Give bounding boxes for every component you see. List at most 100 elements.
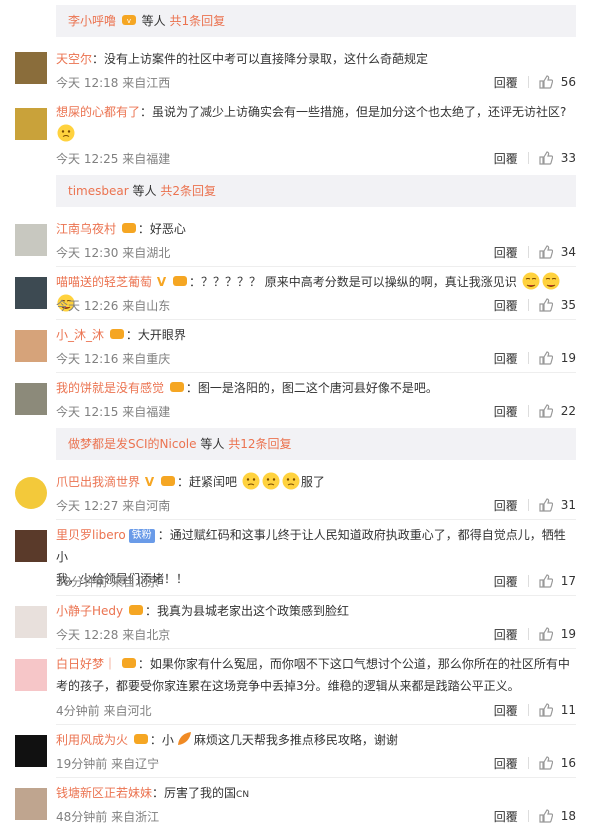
comment-meta: 今天 12:30 来自湖北 bbox=[56, 246, 171, 260]
comment-meta: 今天 12:25 来自福建 bbox=[56, 152, 171, 166]
like-count: 16 bbox=[560, 756, 576, 770]
avatar[interactable] bbox=[15, 108, 47, 140]
comment-user[interactable]: 钱塘新区正若妹妹 bbox=[56, 786, 152, 800]
avatar[interactable] bbox=[15, 224, 47, 256]
avatar[interactable] bbox=[15, 52, 47, 84]
reply-button[interactable]: 回覆 bbox=[494, 808, 518, 825]
reply-summary-bar[interactable]: 做梦都是发SCI的Nicole 等人 共12条回复 bbox=[56, 428, 576, 460]
comment-user[interactable]: 江南乌夜村 bbox=[56, 222, 116, 236]
avatar[interactable] bbox=[15, 477, 47, 509]
comment-user[interactable]: 天空尔 bbox=[56, 52, 92, 66]
comment-meta: 今天 12:27 来自河南 bbox=[56, 499, 171, 513]
vip-badge-icon bbox=[160, 476, 175, 486]
leaf-emoji-icon bbox=[177, 732, 191, 745]
reply-button[interactable]: 回覆 bbox=[494, 497, 518, 514]
avatar[interactable] bbox=[15, 277, 47, 309]
avatar[interactable] bbox=[15, 659, 47, 691]
comment-user[interactable]: 里贝罗libero bbox=[56, 528, 126, 542]
reply-button[interactable]: 回覆 bbox=[494, 403, 518, 420]
reply-user[interactable]: timesbear bbox=[68, 184, 129, 198]
confused-emoji-icon bbox=[57, 124, 75, 142]
reply-button[interactable]: 回覆 bbox=[494, 244, 518, 261]
comment-actions: 回覆 33 bbox=[494, 150, 576, 166]
vip-badge-icon bbox=[121, 223, 136, 233]
like-icon[interactable] bbox=[539, 351, 553, 365]
like-icon[interactable] bbox=[539, 756, 553, 770]
like-icon[interactable] bbox=[539, 498, 553, 512]
like-count: 34 bbox=[560, 245, 576, 259]
comment-text: 小_沐_沐 ：大开眼界 bbox=[56, 328, 186, 342]
comment-text: 小静子Hedy ：我真为县城老家出这个政策感到脸红 bbox=[56, 604, 349, 618]
comment-meta: 19分钟前 来自辽宁 bbox=[56, 757, 160, 771]
reply-button[interactable]: 回覆 bbox=[494, 150, 518, 167]
vip-badge-icon bbox=[109, 329, 124, 339]
comment-user[interactable]: 想屎的心都有了 bbox=[56, 105, 140, 119]
like-icon[interactable] bbox=[539, 703, 553, 717]
like-count: 19 bbox=[560, 627, 576, 641]
reply-button[interactable]: 回覆 bbox=[494, 755, 518, 772]
crying-emoji-icon bbox=[522, 272, 540, 290]
comment-text: 想屎的心都有了：虽说为了减少上访确实会有一些措施，但是加分这个也太绝了，还评无访… bbox=[56, 101, 572, 145]
like-icon[interactable] bbox=[539, 298, 553, 312]
vip-badge-icon bbox=[121, 658, 136, 668]
like-icon[interactable] bbox=[539, 151, 553, 165]
reply-button[interactable]: 回覆 bbox=[494, 74, 518, 91]
vip-badge-icon bbox=[172, 276, 187, 286]
reply-button[interactable]: 回覆 bbox=[494, 702, 518, 719]
sad-emoji-icon bbox=[242, 472, 260, 490]
like-count: 33 bbox=[560, 151, 576, 165]
like-count: 17 bbox=[560, 574, 576, 588]
comment-text: 爪巴出我滴世界 V ：赶紧闰吧 服了 bbox=[56, 471, 572, 493]
comment-meta: 38分钟前 来自北京 bbox=[56, 575, 160, 589]
reply-summary-bar[interactable]: 李小呼噜 v 等人 共1条回复 bbox=[56, 5, 576, 37]
comment-actions: 回覆 31 bbox=[494, 497, 576, 513]
avatar[interactable] bbox=[15, 330, 47, 362]
reply-button[interactable]: 回覆 bbox=[494, 297, 518, 314]
divider bbox=[56, 648, 576, 649]
reply-button[interactable]: 回覆 bbox=[494, 573, 518, 590]
comment-user[interactable]: 利用风成为火 bbox=[56, 733, 128, 747]
like-icon[interactable] bbox=[539, 404, 553, 418]
comment-user[interactable]: 小静子Hedy bbox=[56, 604, 123, 618]
like-icon[interactable] bbox=[539, 574, 553, 588]
comment-text: 天空尔：没有上访案件的社区中考可以直接降分录取，这什么奇葩规定 bbox=[56, 52, 429, 66]
comment-user[interactable]: 白日好梦｜ bbox=[56, 657, 116, 671]
vip-badge-icon bbox=[169, 382, 184, 392]
avatar[interactable] bbox=[15, 606, 47, 638]
avatar[interactable] bbox=[15, 788, 47, 820]
comment-meta: 今天 12:28 来自北京 bbox=[56, 628, 171, 642]
reply-button[interactable]: 回覆 bbox=[494, 626, 518, 643]
reply-count-link[interactable]: 共1条回复 bbox=[170, 14, 226, 28]
comment-actions: 回覆 16 bbox=[494, 755, 576, 771]
comment-text: 钱塘新区正若妹妹：厉害了我的国CN bbox=[56, 786, 250, 800]
avatar[interactable] bbox=[15, 383, 47, 415]
reply-user[interactable]: 做梦都是发SCI的Nicole bbox=[68, 437, 197, 451]
like-count: 56 bbox=[560, 75, 576, 89]
like-icon[interactable] bbox=[539, 809, 553, 823]
divider bbox=[56, 519, 576, 520]
reply-summary-bar[interactable]: timesbear 等人 共2条回复 bbox=[56, 175, 576, 207]
comment-text: 白日好梦｜ ：如果你家有什么冤屈，而你咽不下这口气想讨个公道，那么你所在的社区所… bbox=[56, 657, 570, 693]
reply-button[interactable]: 回覆 bbox=[494, 350, 518, 367]
comment-user[interactable]: 我的饼就是没有感觉 bbox=[56, 381, 164, 395]
divider bbox=[56, 777, 576, 778]
reply-count-link[interactable]: 共2条回复 bbox=[160, 184, 216, 198]
avatar[interactable] bbox=[15, 530, 47, 562]
comment-text: 江南乌夜村 ：好恶心 bbox=[56, 222, 186, 236]
like-icon[interactable] bbox=[539, 245, 553, 259]
comment-meta: 4分钟前 来自河北 bbox=[56, 704, 152, 718]
reply-count-link[interactable]: 共12条回复 bbox=[228, 437, 291, 451]
comment-meta: 今天 12:26 来自山东 bbox=[56, 299, 171, 313]
comment-user[interactable]: 爪巴出我滴世界 bbox=[56, 475, 140, 489]
like-icon[interactable] bbox=[539, 75, 553, 89]
avatar[interactable] bbox=[15, 735, 47, 767]
fans-badge: 铁粉 bbox=[128, 529, 155, 543]
like-count: 31 bbox=[560, 498, 576, 512]
comment-meta: 48分钟前 来自浙江 bbox=[56, 810, 160, 824]
comment-user[interactable]: 喵喵送的轻芝葡萄 bbox=[56, 275, 152, 289]
sad-emoji-icon bbox=[282, 472, 300, 490]
like-icon[interactable] bbox=[539, 627, 553, 641]
comment-user[interactable]: 小_沐_沐 bbox=[56, 328, 104, 342]
divider bbox=[56, 595, 576, 596]
reply-user[interactable]: 李小呼噜 bbox=[68, 14, 116, 28]
